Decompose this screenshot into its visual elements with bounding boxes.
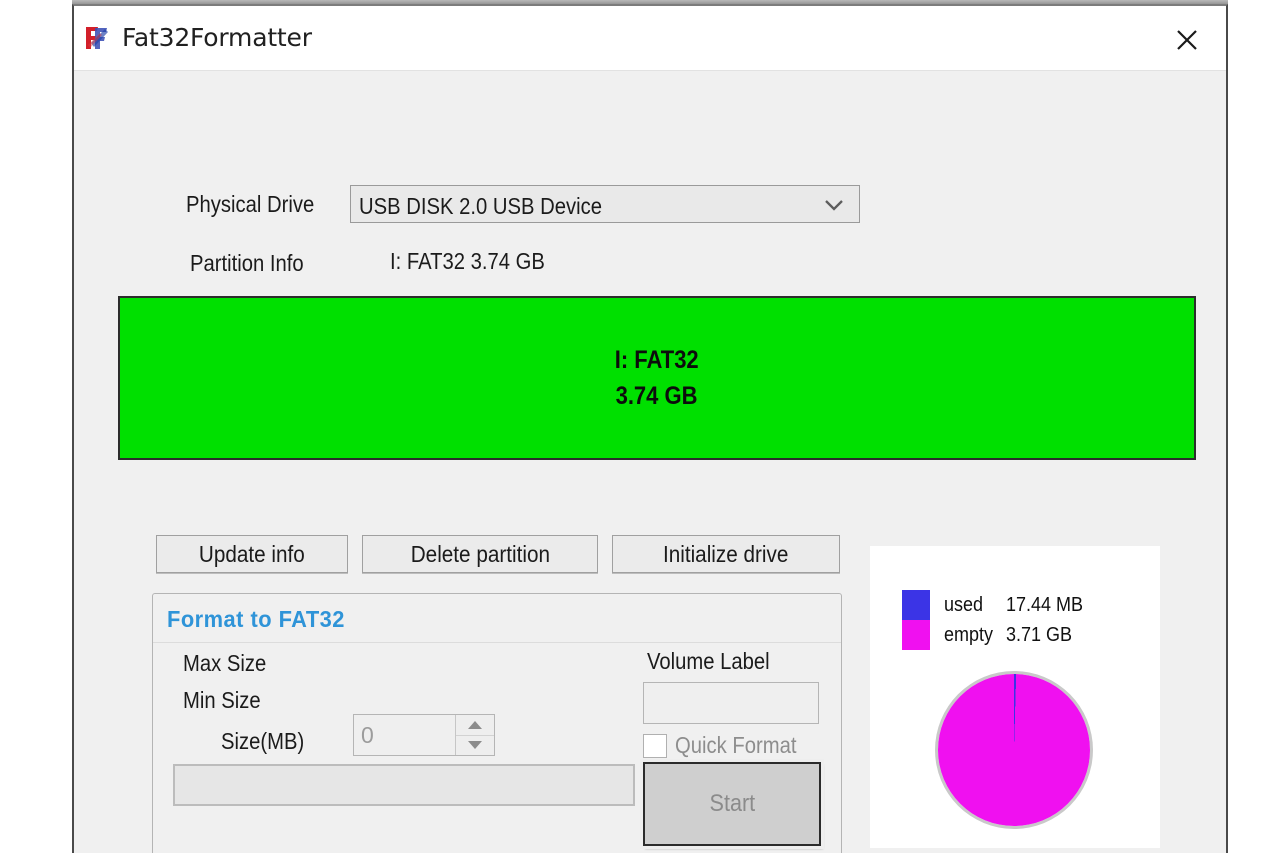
legend-row-empty: empty 3.71 GB (944, 620, 1092, 650)
partition-map[interactable]: I: FAT32 3.74 GB (118, 296, 1196, 460)
partition-map-size-label: 3.74 GB (616, 382, 698, 410)
title-bar: Fat32Formatter (74, 6, 1226, 71)
size-mb-label: Size(MB) (221, 728, 305, 754)
usage-legend-rows: used 17.44 MB empty 3.71 GB (944, 590, 1092, 650)
size-mb-value: 0 (361, 722, 374, 748)
delete-partition-button[interactable]: Delete partition (362, 535, 598, 573)
screen: Fat32Formatter Physical Drive USB DISK 2… (0, 0, 1280, 853)
partition-map-drive-label: I: FAT32 (615, 345, 699, 374)
legend-empty-name: empty (944, 623, 994, 646)
quick-format-checkbox-box[interactable] (643, 733, 667, 758)
partition-info-value: I: FAT32 3.74 GB (390, 248, 545, 274)
format-to-fat32-group: Format to FAT32 Max Size Min Size Size(M… (152, 593, 842, 853)
legend-used-name: used (944, 593, 984, 616)
client-area: Physical Drive USB DISK 2.0 USB Device P… (74, 71, 1226, 853)
close-button[interactable] (1160, 20, 1214, 60)
size-mb-increment-button[interactable] (456, 715, 494, 735)
volume-label-input[interactable] (643, 682, 819, 724)
size-mb-decrement-button[interactable] (456, 734, 494, 755)
window-title: Fat32Formatter (122, 23, 312, 52)
size-mb-stepper[interactable]: 0 (353, 714, 495, 756)
chevron-down-icon (823, 198, 845, 217)
start-button[interactable]: Start (643, 762, 821, 846)
format-progress-bar (173, 764, 635, 806)
caret-down-icon (468, 741, 482, 750)
physical-drive-select[interactable]: USB DISK 2.0 USB Device (350, 185, 860, 223)
update-info-button[interactable]: Update info (156, 535, 348, 573)
max-size-label: Max Size (183, 650, 267, 676)
legend-row-used: used 17.44 MB (944, 590, 1092, 620)
partition-map-content: I: FAT32 3.74 GB (120, 298, 1194, 458)
disk-usage-panel: used 17.44 MB empty 3.71 GB (870, 546, 1160, 848)
delete-partition-button-label: Delete partition (410, 540, 550, 567)
volume-label-caption: Volume Label (647, 648, 770, 674)
start-button-label: Start (709, 790, 755, 817)
usage-legend-swatches (902, 590, 930, 650)
min-size-label: Min Size (183, 687, 261, 713)
size-mb-stepper-buttons (455, 715, 494, 755)
legend-empty-value: 3.71 GB (1006, 623, 1073, 646)
legend-used-value: 17.44 MB (1006, 593, 1084, 616)
partition-info-label: Partition Info (190, 250, 304, 276)
close-icon (1177, 30, 1197, 50)
quick-format-label: Quick Format (675, 732, 797, 758)
format-group-title: Format to FAT32 (167, 606, 345, 632)
app-logo-icon (82, 23, 112, 53)
caret-up-icon (468, 720, 482, 729)
legend-swatch-empty (902, 620, 930, 650)
legend-swatch-used (902, 590, 930, 620)
physical-drive-label: Physical Drive (186, 191, 315, 217)
initialize-drive-button[interactable]: Initialize drive (612, 535, 840, 573)
initialize-drive-button-label: Initialize drive (663, 540, 789, 567)
usage-pie-chart (938, 674, 1090, 826)
usage-legend: used 17.44 MB empty 3.71 GB (902, 590, 1092, 650)
application-window: Fat32Formatter Physical Drive USB DISK 2… (72, 4, 1228, 853)
physical-drive-selected-value: USB DISK 2.0 USB Device (359, 193, 602, 219)
update-info-button-label: Update info (199, 540, 305, 567)
quick-format-checkbox[interactable]: Quick Format (643, 732, 813, 759)
format-group-divider (153, 642, 841, 643)
